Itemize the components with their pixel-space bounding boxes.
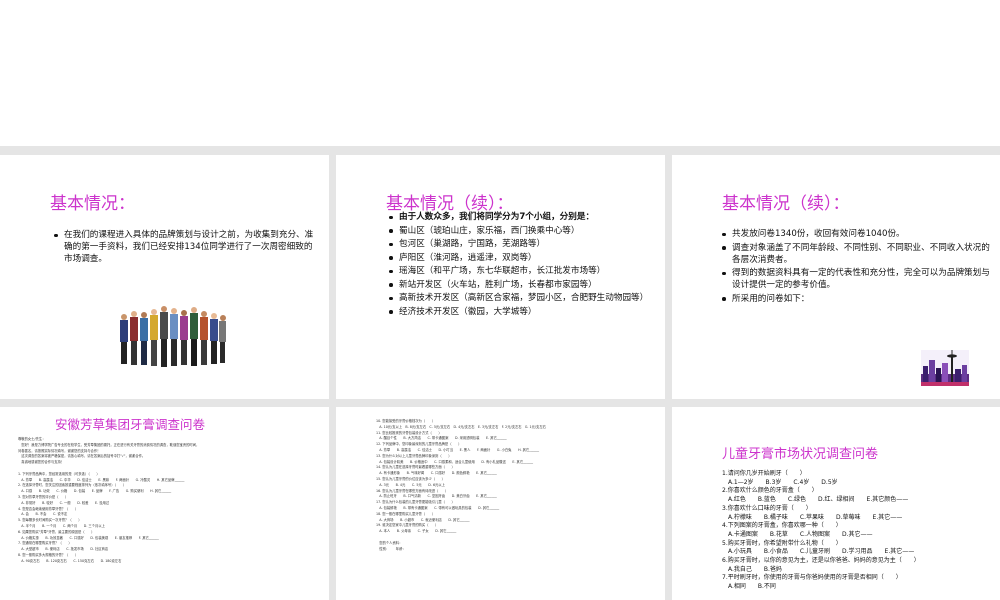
text-line: 6.购买牙膏时，以你的意见为主，还是以你爸爸、妈妈的意见为主（ ）	[722, 557, 920, 565]
text-line: 3.你喜欢什么口味的牙膏（ ）	[722, 504, 812, 512]
slide-thumbnail-2[interactable]: 基本情况（续）： 由于人数众多，我们将同学分为7个小组，分别是： 蜀山区（琥珀山…	[336, 155, 665, 399]
slide-thumbnail-6[interactable]: 儿童牙膏市场状况调查问卷 1.请问你几岁开始刷牙（ ） A.1—2岁 B.3岁 …	[672, 407, 1000, 600]
slide-thumbnail-1[interactable]: 基本情况： 在我们的课程进入具体的品牌策划与设计之前，为收集到充分、准确的第一手…	[0, 155, 329, 399]
bullet-item: 调查对象涵盖了不同年龄段、不同性别、不同职业、不同收入状况的各层次消费者。	[720, 242, 990, 266]
slide-1-title: 基本情况：	[50, 194, 135, 214]
questionnaire-text: 尊敬的女士/先生： 您好！我是力博学院广告专业的在校学生，受芳草集团的委托，正在…	[18, 437, 316, 565]
slide-thumbnail-5[interactable]: 10. 您能接受的牙膏价格档次为（ ） A. 10元/支以上 B. 8元/支左右…	[336, 407, 665, 600]
questionnaire-text: 10. 您能接受的牙膏价格档次为（ ） A. 10元/支以上 B. 8元/支左右…	[376, 419, 646, 552]
bullet-item: 在我们的课程进入具体的品牌策划与设计之前，为收集到充分、准确的第一手资料，我们已…	[52, 229, 314, 265]
slide-thumbnail-4[interactable]: 安徽芳草集团牙膏调查问卷 尊敬的女士/先生： 您好！我是力博学院广告专业的在校学…	[0, 407, 329, 600]
bullet-item: 所采用的问卷如下：	[720, 293, 990, 305]
slide-3-title: 基本情况（续）：	[722, 194, 850, 214]
bullet-item: 包河区（巢湖路，宁国路，芜湖路等）	[387, 238, 649, 250]
slide-6-title: 儿童牙膏市场状况调查问卷	[722, 447, 879, 462]
text-line: 7.平时刷牙时，你使用的牙膏与你爸妈使用的牙膏是否相同（ ）	[722, 574, 902, 582]
business-people-icon	[120, 306, 226, 367]
bullet-item: 庐阳区（淮河路，逍遥津，双岗等）	[387, 252, 649, 264]
city-skyline-icon	[921, 350, 969, 386]
slide-thumbnail-top[interactable]	[0, 0, 1000, 146]
text-line: A.卡通图案 B.花草 C.人物图案 D.其它——	[722, 530, 873, 538]
text-line: A.红色 B.蓝色 C.绿色 D.红、绿相间 E.其它颜色——	[722, 496, 909, 504]
bullet-item: 得到的数据资料具有一定的代表性和充分性，完全可以为品牌策划与设计提供一定的参考价…	[720, 267, 990, 291]
bullet-item: 瑶海区（和平广场，东七华联超市，长江批发市场等）	[387, 265, 649, 277]
text-line: A.小玩具 B.小食品 C.儿童牙刷 D.学习用品 E.其它——	[722, 548, 915, 556]
bullet-item: 共发放问卷1340份，收回有效问卷1040份。	[720, 228, 990, 240]
text-line: 1.请问你几岁开始刷牙（ ）	[722, 470, 806, 477]
questionnaire-text: 1.请问你几岁开始刷牙（ ） A.1—2岁 B.3岁 C.4岁 D.5岁 2.你…	[722, 470, 992, 592]
bullet-item: 由于人数众多，我们将同学分为7个小组，分别是：	[387, 211, 649, 223]
text-line: 4.下列图案的牙膏盒，你喜欢哪一种（ ）	[722, 522, 842, 530]
text-line: A.相同 B.不同	[722, 583, 776, 591]
text-line: 性别： 年龄：	[376, 546, 406, 551]
bullet-item: 经济技术开发区（徽园，大学城等）	[387, 306, 649, 318]
bullet-item: 新站开发区（火车站，胜利广场，长春都市家园等）	[387, 279, 649, 291]
bullet-item: 高新技术开发区（高新区合家福，梦园小区，合肥野生动物园等）	[387, 292, 649, 304]
text-line: 2.你喜欢什么颜色的牙膏盒（ ）	[722, 487, 818, 495]
slide-4-title: 安徽芳草集团牙膏调查问卷	[55, 417, 206, 432]
slide-1-bullets: 在我们的课程进入具体的品牌策划与设计之前，为收集到充分、准确的第一手资料，我们已…	[52, 229, 314, 267]
slide-3-bullets: 共发放问卷1340份，收回有效问卷1040份。 调查对象涵盖了不同年龄段、不同性…	[720, 228, 990, 306]
slide-thumbnail-3[interactable]: 基本情况（续）： 共发放问卷1340份，收回有效问卷1040份。 调查对象涵盖了…	[672, 155, 1000, 399]
text-line: A. 90克左右 B. 120克左右 C. 150克左右 D. 180克左右	[18, 558, 122, 563]
bullet-item: 蜀山区（琥珀山庄，家乐福，西门换乘中心等）	[387, 225, 649, 237]
slide-2-bullets: 由于人数众多，我们将同学分为7个小组，分别是： 蜀山区（琥珀山庄，家乐福，西门换…	[387, 211, 649, 319]
text-line: A.柠檬味 B.橘子味 C.苹果味 D.草莓味 E.其它——	[722, 513, 903, 521]
